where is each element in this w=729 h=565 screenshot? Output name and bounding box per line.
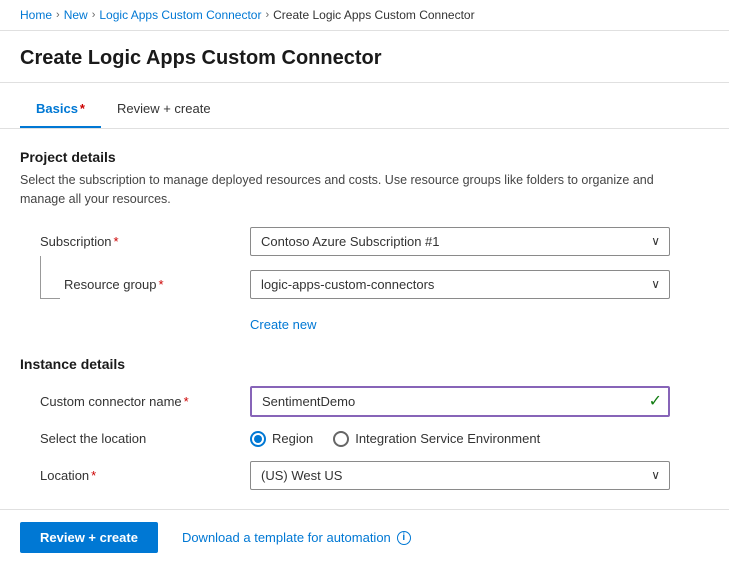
resource-group-dropdown[interactable]: logic-apps-custom-connectors [250,270,670,299]
subscription-label: Subscription* [20,234,250,249]
breadcrumb-sep-2: › [92,9,96,21]
location-dropdown[interactable]: (US) West US [250,461,670,490]
connector-name-row: Custom connector name* ✓ [20,386,709,417]
radio-region-circle [250,431,266,447]
resource-group-control: logic-apps-custom-connectors [250,270,670,299]
subscription-row: Subscription* Contoso Azure Subscription… [20,227,709,256]
radio-group: Region Integration Service Environment [250,431,670,447]
radio-ise-circle [333,431,349,447]
location-label: Location* [20,468,250,483]
location-type-control: Region Integration Service Environment [250,431,670,447]
tabs-container: Basics* Review + create [0,91,729,129]
connector-name-control: ✓ [250,386,670,417]
subscription-control: Contoso Azure Subscription #1 [250,227,670,256]
connector-name-input[interactable] [250,386,670,417]
connector-name-label: Custom connector name* [20,394,250,409]
breadcrumb-home[interactable]: Home [20,8,52,22]
radio-ise[interactable]: Integration Service Environment [333,431,540,447]
breadcrumb-sep-1: › [56,9,60,21]
location-type-label: Select the location [20,431,250,446]
breadcrumb-new[interactable]: New [64,8,88,22]
input-check-icon: ✓ [649,391,662,411]
content-area: Project details Select the subscription … [0,129,729,524]
location-type-row: Select the location Region Integration S… [20,431,709,447]
project-details-title: Project details [20,149,709,165]
indent-line [40,256,60,299]
download-template-link[interactable]: Download a template for automation i [182,530,411,545]
subscription-dropdown[interactable]: Contoso Azure Subscription #1 [250,227,670,256]
bottom-bar: Review + create Download a template for … [0,509,729,565]
location-control: (US) West US [250,461,670,490]
breadcrumb-current: Create Logic Apps Custom Connector [273,8,474,22]
tab-review-create[interactable]: Review + create [101,91,227,128]
breadcrumb-sep-3: › [265,9,269,21]
review-create-button[interactable]: Review + create [20,522,158,553]
create-new-link[interactable]: Create new [250,317,316,332]
location-row: Location* (US) West US [20,461,709,490]
project-details-desc: Select the subscription to manage deploy… [20,171,700,209]
tab-basics[interactable]: Basics* [20,91,101,128]
breadcrumb-connector[interactable]: Logic Apps Custom Connector [99,8,261,22]
resource-group-row: Resource group* logic-apps-custom-connec… [20,270,709,299]
radio-region[interactable]: Region [250,431,313,447]
info-icon: i [397,531,411,545]
breadcrumb: Home › New › Logic Apps Custom Connector… [0,0,729,31]
page-title: Create Logic Apps Custom Connector [0,31,729,83]
instance-details-title: Instance details [20,356,709,372]
